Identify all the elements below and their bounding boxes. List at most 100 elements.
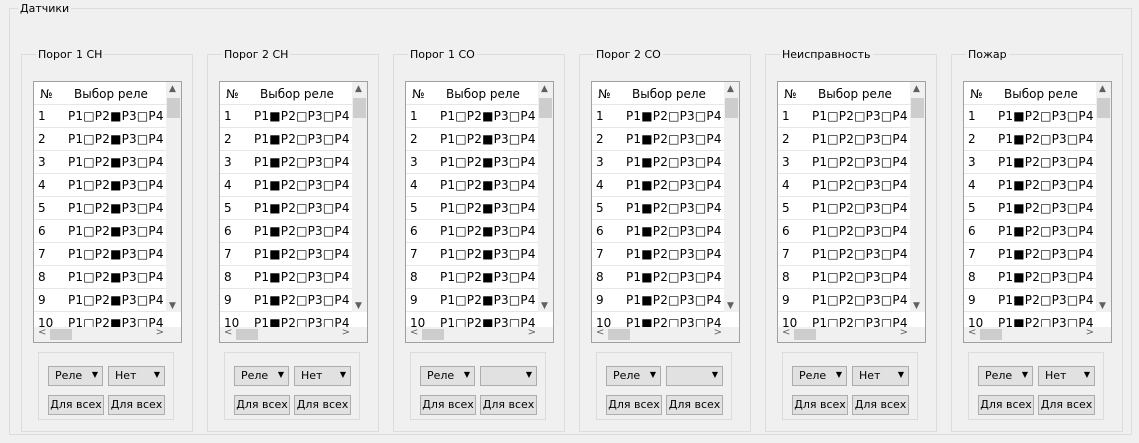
scroll-right-icon[interactable]: > (900, 327, 908, 338)
table-row[interactable]: 4 P1□P2■P3□P4 (406, 173, 540, 196)
relay-table[interactable]: № Выбор реле 1 P1■P2□P3□P4 2 P1■P2□P3□P4 3 P1… (591, 81, 740, 343)
relay-selection-cell[interactable]: P1□P2□P3□P4 (812, 178, 908, 192)
table-row[interactable]: 8 P1■P2□P3□P4 (964, 265, 1098, 288)
relay-selection-cell[interactable]: P1■P2□P3□P4 (626, 247, 722, 261)
horizontal-scrollbar[interactable]: < > (34, 327, 168, 342)
table-row[interactable]: 4 P1□P2□P3□P4 (778, 173, 912, 196)
horizontal-scrollbar[interactable]: < > (964, 327, 1098, 342)
relay-selection-cell[interactable]: P1■P2□P3□P4 (998, 109, 1094, 123)
relay-type-select[interactable]: Реле ▼ (420, 366, 475, 386)
table-row[interactable]: 2 P1□P2■P3□P4 (406, 127, 540, 150)
relay-selection-cell[interactable]: P1□P2■P3□P4 (440, 270, 536, 284)
table-row[interactable]: 9 P1□P2□P3□P4 (778, 288, 912, 311)
table-row[interactable]: 5 P1■P2□P3□P4 (592, 196, 726, 219)
apply-mode-to-all-button[interactable]: Для всех (1038, 395, 1095, 415)
relay-table[interactable]: № Выбор реле 1 P1□P2■P3□P4 2 P1□P2■P3□P4 3 P1… (33, 81, 182, 343)
table-row[interactable]: 4 P1■P2□P3□P4 (964, 173, 1098, 196)
relay-selection-cell[interactable]: P1■P2□P3□P4 (626, 132, 722, 146)
relay-selection-cell[interactable]: P1□P2■P3□P4 (440, 178, 536, 192)
apply-mode-to-all-button[interactable]: Для всех (666, 395, 723, 415)
relay-selection-cell[interactable]: P1□P2□P3□P4 (812, 224, 908, 238)
scroll-left-icon[interactable]: < (224, 327, 232, 338)
table-row[interactable]: 1 P1□P2□P3□P4 (778, 104, 912, 127)
relay-selection-cell[interactable]: P1■P2□P3□P4 (254, 247, 350, 261)
relay-selection-cell[interactable]: P1■P2□P3□P4 (254, 178, 350, 192)
scroll-down-icon[interactable]: ▼ (355, 301, 362, 311)
scroll-right-icon[interactable]: > (528, 327, 536, 338)
relay-selection-cell[interactable]: P1■P2□P3□P4 (998, 201, 1094, 215)
relay-selection-cell[interactable]: P1■P2□P3□P4 (998, 132, 1094, 146)
scroll-right-icon[interactable]: > (714, 327, 722, 338)
table-row[interactable]: 2 P1■P2□P3□P4 (964, 127, 1098, 150)
relay-selection-cell[interactable]: P1■P2□P3□P4 (626, 293, 722, 307)
scroll-down-icon[interactable]: ▼ (541, 301, 548, 311)
relay-selection-cell[interactable]: P1□P2■P3□P4 (440, 132, 536, 146)
relay-selection-cell[interactable]: P1■P2□P3□P4 (254, 155, 350, 169)
horizontal-scroll-thumb[interactable] (608, 329, 630, 340)
vertical-scrollbar[interactable]: ▲ ▼ (724, 82, 739, 312)
scroll-down-icon[interactable]: ▼ (169, 301, 176, 311)
horizontal-scroll-thumb[interactable] (980, 329, 1002, 340)
table-row[interactable]: 1 P1■P2□P3□P4 (592, 104, 726, 127)
apply-mode-to-all-button[interactable]: Для всех (294, 395, 351, 415)
table-row[interactable]: 7 P1□P2□P3□P4 (778, 242, 912, 265)
table-row[interactable]: 6 P1■P2□P3□P4 (964, 219, 1098, 242)
table-row[interactable]: 8 P1■P2□P3□P4 (592, 265, 726, 288)
scroll-left-icon[interactable]: < (968, 327, 976, 338)
relay-selection-cell[interactable]: P1■P2□P3□P4 (254, 132, 350, 146)
table-row[interactable]: 2 P1■P2□P3□P4 (220, 127, 354, 150)
table-row[interactable]: 3 P1■P2□P3□P4 (964, 150, 1098, 173)
table-row[interactable]: 6 P1□P2■P3□P4 (34, 219, 168, 242)
table-row[interactable]: 3 P1□P2■P3□P4 (34, 150, 168, 173)
apply-type-to-all-button[interactable]: Для всех (606, 395, 662, 415)
table-row[interactable]: 9 P1■P2□P3□P4 (964, 288, 1098, 311)
relay-selection-cell[interactable]: P1■P2□P3□P4 (998, 293, 1094, 307)
scroll-right-icon[interactable]: > (1086, 327, 1094, 338)
table-row[interactable]: 8 P1□P2□P3□P4 (778, 265, 912, 288)
relay-selection-cell[interactable]: P1□P2□P3□P4 (812, 155, 908, 169)
scroll-left-icon[interactable]: < (38, 327, 46, 338)
relay-selection-cell[interactable]: P1□P2□P3□P4 (812, 132, 908, 146)
relay-selection-cell[interactable]: P1■P2□P3□P4 (998, 224, 1094, 238)
table-row[interactable]: 6 P1□P2□P3□P4 (778, 219, 912, 242)
relay-selection-cell[interactable]: P1■P2□P3□P4 (626, 270, 722, 284)
table-row[interactable]: 2 P1□P2■P3□P4 (34, 127, 168, 150)
relay-selection-cell[interactable]: P1□P2■P3□P4 (440, 247, 536, 261)
relay-selection-cell[interactable]: P1■P2□P3□P4 (626, 109, 722, 123)
table-row[interactable]: 2 P1□P2□P3□P4 (778, 127, 912, 150)
table-row[interactable]: 5 P1■P2□P3□P4 (220, 196, 354, 219)
relay-selection-cell[interactable]: P1□P2■P3□P4 (68, 132, 164, 146)
relay-selection-cell[interactable]: P1■P2□P3□P4 (626, 201, 722, 215)
scroll-up-icon[interactable]: ▲ (355, 84, 362, 94)
table-row[interactable]: 3 P1■P2□P3□P4 (592, 150, 726, 173)
table-row[interactable]: 9 P1■P2□P3□P4 (592, 288, 726, 311)
apply-mode-to-all-button[interactable]: Для всех (480, 395, 537, 415)
relay-selection-cell[interactable]: P1□P2■P3□P4 (440, 201, 536, 215)
scroll-up-icon[interactable]: ▲ (913, 84, 920, 94)
column-header-relay-select[interactable]: Выбор реле (74, 87, 148, 101)
relay-selection-cell[interactable]: P1□P2■P3□P4 (440, 293, 536, 307)
table-row[interactable]: 8 P1■P2□P3□P4 (220, 265, 354, 288)
table-row[interactable]: 9 P1■P2□P3□P4 (220, 288, 354, 311)
table-row[interactable]: 5 P1□P2□P3□P4 (778, 196, 912, 219)
vertical-scrollbar[interactable]: ▲ ▼ (538, 82, 553, 312)
scroll-left-icon[interactable]: < (410, 327, 418, 338)
scroll-down-icon[interactable]: ▼ (913, 301, 920, 311)
vertical-scrollbar[interactable]: ▲ ▼ (910, 82, 925, 312)
relay-mode-select[interactable]: Нет ▼ (108, 366, 165, 386)
horizontal-scroll-thumb[interactable] (794, 329, 816, 340)
column-header-no[interactable]: № (598, 87, 610, 101)
scroll-left-icon[interactable]: < (782, 327, 790, 338)
column-header-no[interactable]: № (40, 87, 52, 101)
column-header-no[interactable]: № (226, 87, 238, 101)
table-row[interactable]: 7 P1■P2□P3□P4 (592, 242, 726, 265)
relay-selection-cell[interactable]: P1■P2□P3□P4 (254, 201, 350, 215)
table-row[interactable]: 1 P1■P2□P3□P4 (964, 104, 1098, 127)
table-row[interactable]: 4 P1■P2□P3□P4 (220, 173, 354, 196)
table-row[interactable]: 9 P1□P2■P3□P4 (406, 288, 540, 311)
relay-selection-cell[interactable]: P1■P2□P3□P4 (254, 293, 350, 307)
vertical-scroll-thumb[interactable] (167, 98, 180, 118)
relay-selection-cell[interactable]: P1■P2□P3□P4 (626, 155, 722, 169)
table-row[interactable]: 1 P1■P2□P3□P4 (220, 104, 354, 127)
scroll-left-icon[interactable]: < (596, 327, 604, 338)
